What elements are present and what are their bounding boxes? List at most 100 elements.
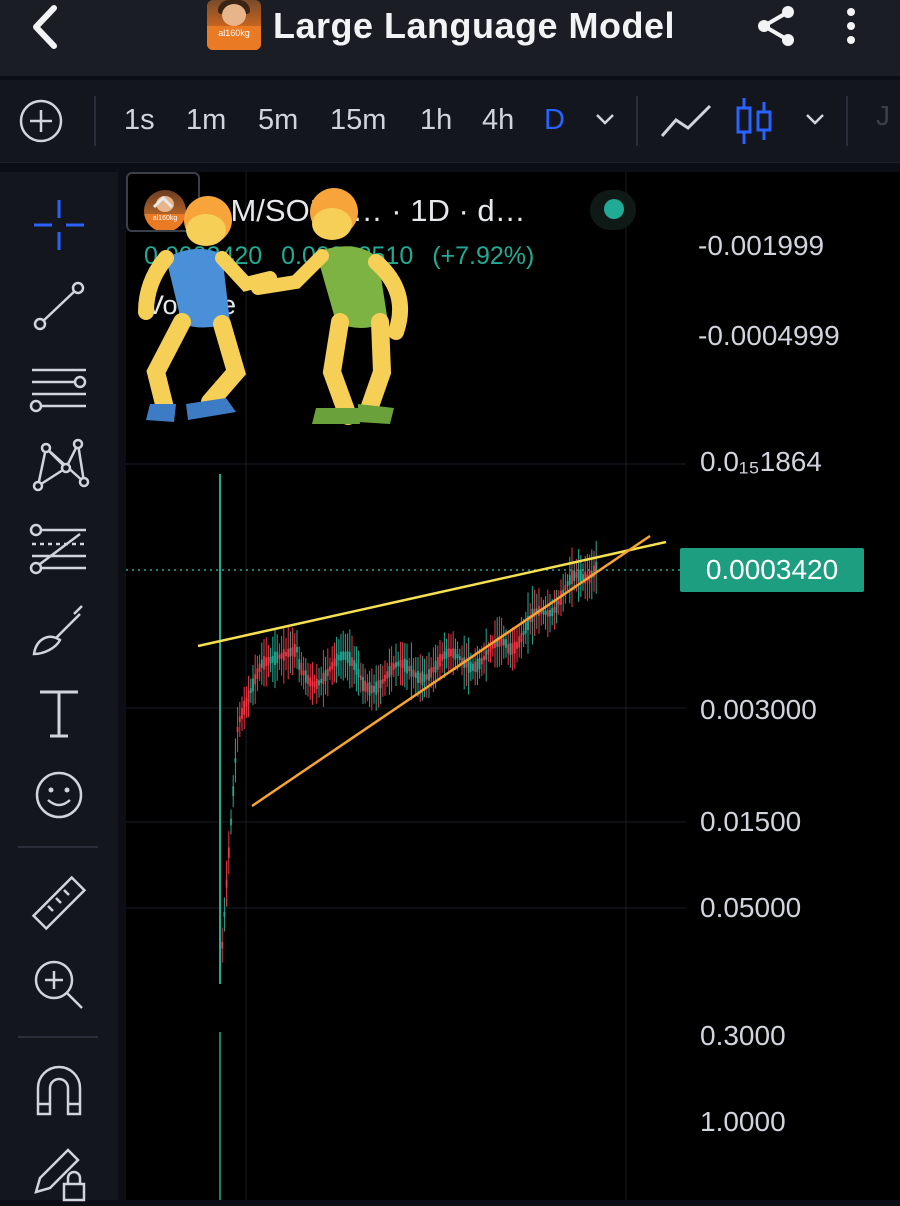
candle-body [271, 655, 274, 663]
candle-body [573, 570, 576, 582]
line-chart-icon[interactable] [658, 98, 714, 144]
candle-body [333, 658, 336, 667]
zoom-in-icon[interactable] [26, 952, 92, 1018]
candle-body [377, 680, 380, 693]
timeframe-1s[interactable]: 1s [124, 100, 155, 140]
y-axis-label: 0.0₁₅1864 [700, 446, 822, 477]
candle-body [269, 656, 272, 664]
candle-body [318, 680, 320, 686]
candle-body [223, 912, 226, 917]
candle-body [450, 648, 452, 657]
candle-body [364, 680, 367, 692]
candle-body [375, 681, 378, 695]
crosshair-icon[interactable] [26, 192, 92, 258]
candle-body [454, 648, 457, 660]
candle-body [287, 648, 290, 658]
candle-body [406, 660, 408, 674]
magnet-icon[interactable] [26, 1058, 92, 1124]
candle-body [555, 600, 558, 613]
fib-retracement-icon[interactable] [26, 516, 92, 582]
candle-body [337, 655, 340, 661]
timeframe-15m[interactable]: 15m [330, 100, 386, 140]
candle-body [502, 638, 505, 646]
timeframe-4h[interactable]: 4h [482, 100, 514, 140]
trend-line-icon[interactable] [26, 274, 92, 340]
toolbar-overflow-item[interactable]: J [876, 100, 890, 132]
chevron-down-icon[interactable] [590, 104, 620, 134]
candle-body [544, 610, 547, 615]
candle-body [428, 669, 430, 681]
timeframe-1h[interactable]: 1h [420, 100, 452, 140]
candle-body [546, 610, 549, 617]
timeframe-1m[interactable]: 1m [186, 100, 226, 140]
y-axis-label: -0.001999 [698, 230, 825, 261]
candle-body [344, 651, 347, 660]
candle-body [331, 662, 334, 670]
candle-body [329, 666, 331, 672]
candle-body [322, 672, 325, 685]
candle-body [401, 659, 404, 669]
candle-body [551, 608, 554, 616]
candle-body [542, 609, 545, 615]
candle-body [384, 674, 386, 682]
chevron-down-icon[interactable] [800, 104, 830, 134]
candle-body [368, 682, 371, 696]
candle-body [513, 641, 516, 654]
ruler-icon[interactable] [26, 870, 92, 936]
candle-body [511, 643, 514, 655]
candle-body [516, 641, 518, 649]
candle-body [291, 647, 294, 656]
support-trendline [251, 534, 651, 808]
candle-body [285, 651, 287, 657]
share-icon[interactable] [752, 2, 800, 50]
emoji-icon[interactable] [26, 762, 92, 828]
candle-body [282, 649, 285, 661]
wrestlers-emoji [138, 188, 409, 425]
candle-body [557, 600, 560, 605]
timeframe-5m[interactable]: 5m [258, 100, 298, 140]
candle-body [289, 647, 292, 657]
toolbar-divider [94, 96, 96, 146]
candle-body [304, 670, 307, 683]
candle-body [447, 648, 450, 657]
candle-body [298, 659, 301, 670]
last-price-tag: 0.0003420 [680, 548, 864, 592]
price-chart[interactable]: al160kg LLM/SOL o… · 1D · d… 0.0003420 0… [126, 172, 900, 1200]
candle-body [243, 700, 246, 715]
add-indicator-icon[interactable] [18, 98, 64, 144]
toolbar-divider [846, 96, 848, 146]
candle-body [430, 667, 433, 678]
candle-body [507, 644, 510, 654]
page-title: Large Language Model [273, 5, 676, 46]
candle-body [432, 667, 435, 673]
more-options-icon[interactable] [836, 4, 866, 48]
candle-body [357, 668, 360, 678]
brush-icon[interactable] [26, 600, 92, 666]
wrestler-left [138, 196, 277, 422]
candle-body [302, 670, 305, 676]
candle-body [410, 665, 413, 677]
candle-body [278, 654, 281, 659]
horizontal-lines-icon[interactable] [26, 356, 92, 422]
text-icon[interactable] [26, 680, 92, 746]
candle-body [489, 646, 492, 652]
candle-body [311, 680, 314, 687]
candle-body [263, 656, 265, 670]
back-arrow-icon[interactable] [22, 4, 72, 50]
y-axis-label: 0.003000 [700, 694, 817, 725]
candle-body [324, 670, 327, 682]
candle-body [443, 651, 446, 659]
candle-body [245, 697, 248, 707]
candle-body [388, 666, 391, 678]
candle-body [434, 660, 437, 673]
timeframe-d[interactable]: D [544, 100, 565, 140]
candlestick-icon[interactable] [734, 96, 774, 146]
candle-body [232, 786, 235, 797]
candle-body [366, 683, 369, 693]
candle-body [469, 662, 472, 672]
pattern-icon[interactable] [26, 432, 92, 498]
candle-body [390, 662, 393, 676]
candle-body [417, 670, 419, 683]
lock-drawings-icon[interactable] [26, 1140, 92, 1206]
candle-body [351, 657, 353, 666]
